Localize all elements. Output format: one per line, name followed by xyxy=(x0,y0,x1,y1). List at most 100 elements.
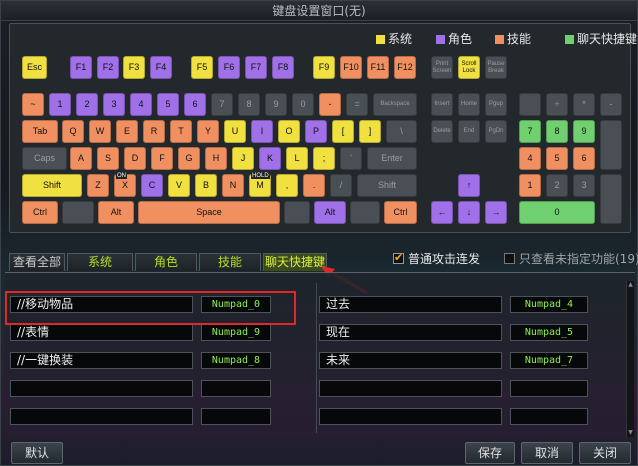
key-num-2[interactable]: 2 xyxy=(546,174,568,197)
key-f12[interactable]: F12 xyxy=(394,56,416,79)
tab-skill[interactable]: 技能 xyxy=(199,253,261,271)
key-h[interactable]: H xyxy=(205,147,227,170)
key-delete[interactable]: Delete xyxy=(431,120,453,143)
binding-name-right-4[interactable] xyxy=(319,380,502,397)
list-scrollbar[interactable]: ▲ ▼ xyxy=(626,281,634,437)
key-pgup[interactable]: Pgup xyxy=(485,93,507,116)
key-f7[interactable]: F7 xyxy=(245,56,267,79)
key-f1[interactable]: F1 xyxy=(70,56,92,79)
key-i[interactable]: I xyxy=(251,120,273,143)
key-z[interactable]: Z xyxy=(87,174,109,197)
key-q[interactable]: Q xyxy=(62,120,84,143)
key-num-3[interactable]: 3 xyxy=(573,174,595,197)
key-arrow-up[interactable]: ↑ xyxy=(458,174,480,197)
key-8[interactable]: 8 xyxy=(238,93,260,116)
key-alt-right[interactable]: Alt xyxy=(314,201,346,224)
key-j[interactable]: J xyxy=(232,147,254,170)
key-n[interactable]: N xyxy=(222,174,244,197)
key-num-plus[interactable] xyxy=(600,120,622,170)
key-alt-left[interactable]: Alt xyxy=(98,201,134,224)
binding-key-left-2[interactable]: Numpad_9 xyxy=(201,324,271,341)
key-y[interactable]: Y xyxy=(197,120,219,143)
key-quote[interactable]: ' xyxy=(340,147,362,170)
key-minus[interactable]: - xyxy=(319,93,341,116)
key-win-right[interactable] xyxy=(350,201,380,224)
key-2[interactable]: 2 xyxy=(76,93,98,116)
binding-key-left-4[interactable] xyxy=(201,380,271,397)
key-num-4[interactable]: 4 xyxy=(519,147,541,170)
binding-key-left-3[interactable]: Numpad_8 xyxy=(201,352,271,369)
key-home[interactable]: Home xyxy=(458,93,480,116)
tab-role[interactable]: 角色 xyxy=(135,253,197,271)
key-caps[interactable]: Caps xyxy=(22,147,67,170)
key-arrow-down[interactable]: ↓ xyxy=(458,201,480,224)
key-s[interactable]: S xyxy=(97,147,119,170)
key-6[interactable]: 6 xyxy=(184,93,206,116)
key-f4[interactable]: F4 xyxy=(150,56,172,79)
key-end[interactable]: End xyxy=(458,120,480,143)
key-enter[interactable]: Enter xyxy=(367,147,417,170)
key-tilde[interactable]: ~ xyxy=(22,93,44,116)
key-pause-break[interactable]: Pause Break xyxy=(485,56,507,79)
binding-key-left-5[interactable] xyxy=(201,408,271,425)
key-7[interactable]: 7 xyxy=(211,93,233,116)
scroll-up-icon[interactable]: ▲ xyxy=(627,281,634,289)
key-d[interactable]: D xyxy=(124,147,146,170)
save-button[interactable]: 保存 xyxy=(465,442,515,464)
key-num-7[interactable]: 7 xyxy=(519,120,541,143)
key-f2[interactable]: F2 xyxy=(97,56,119,79)
key-num-divide[interactable]: ÷ xyxy=(546,93,568,116)
key-period[interactable]: . xyxy=(303,174,325,197)
key-bracket-left[interactable]: [ xyxy=(332,120,354,143)
binding-name-right-5[interactable] xyxy=(319,408,502,425)
key-g[interactable]: G xyxy=(178,147,200,170)
binding-name-right-3[interactable]: 未来 xyxy=(319,352,502,369)
key-m[interactable]: HOLD M xyxy=(249,173,271,197)
key-x[interactable]: ON X xyxy=(114,173,136,197)
key-f[interactable]: F xyxy=(151,147,173,170)
key-tab[interactable]: Tab xyxy=(22,120,58,143)
key-slash[interactable]: / xyxy=(330,174,352,197)
key-f11[interactable]: F11 xyxy=(367,56,389,79)
binding-name-left-3[interactable]: //一键换装 xyxy=(10,352,193,369)
key-a[interactable]: A xyxy=(70,147,92,170)
key-f6[interactable]: F6 xyxy=(218,56,240,79)
key-insert[interactable]: Insert xyxy=(431,93,453,116)
key-num-multiply[interactable]: * xyxy=(573,93,595,116)
key-f3[interactable]: F3 xyxy=(123,56,145,79)
binding-name-left-2[interactable]: //表情 xyxy=(10,324,193,341)
key-9[interactable]: 9 xyxy=(265,93,287,116)
key-r[interactable]: R xyxy=(143,120,165,143)
key-k[interactable]: K xyxy=(259,147,281,170)
key-l[interactable]: L xyxy=(286,147,308,170)
key-num-0[interactable]: 0 xyxy=(519,201,595,224)
key-arrow-right[interactable]: → xyxy=(485,201,507,224)
key-win-left[interactable] xyxy=(62,201,94,224)
binding-key-right-5[interactable] xyxy=(510,408,588,425)
tab-chat-shortcuts[interactable]: 聊天快捷键 xyxy=(263,253,327,271)
unassigned-only-option[interactable]: 只查看未指定功能(19) xyxy=(504,250,638,267)
key-num-9[interactable]: 9 xyxy=(573,120,595,143)
key-num-6[interactable]: 6 xyxy=(573,147,595,170)
binding-key-right-2[interactable]: Numpad_5 xyxy=(510,324,588,341)
key-equals[interactable]: = xyxy=(346,93,368,116)
scroll-down-icon[interactable]: ▼ xyxy=(627,429,634,437)
key-1[interactable]: 1 xyxy=(49,93,71,116)
tab-all[interactable]: 查看全部 xyxy=(9,253,65,271)
key-5[interactable]: 5 xyxy=(157,93,179,116)
key-f9[interactable]: F9 xyxy=(313,56,335,79)
key-backslash[interactable]: \ xyxy=(386,120,417,143)
key-0[interactable]: 0 xyxy=(292,93,314,116)
key-space[interactable]: Space xyxy=(138,201,280,224)
binding-key-right-3[interactable]: Numpad_7 xyxy=(510,352,588,369)
normal-attack-option[interactable]: ✔ 普通攻击连发 xyxy=(393,250,480,267)
key-gap[interactable] xyxy=(284,201,310,224)
key-num-minus[interactable]: - xyxy=(600,93,622,116)
key-u[interactable]: U xyxy=(224,120,246,143)
key-c[interactable]: C xyxy=(141,174,163,197)
close-button[interactable]: 关闭 xyxy=(579,442,631,464)
binding-name-right-2[interactable]: 现在 xyxy=(319,324,502,341)
key-print-screen[interactable]: Print Screen xyxy=(431,56,453,79)
key-semicolon[interactable]: ; xyxy=(313,147,335,170)
binding-name-left-4[interactable] xyxy=(10,380,193,397)
